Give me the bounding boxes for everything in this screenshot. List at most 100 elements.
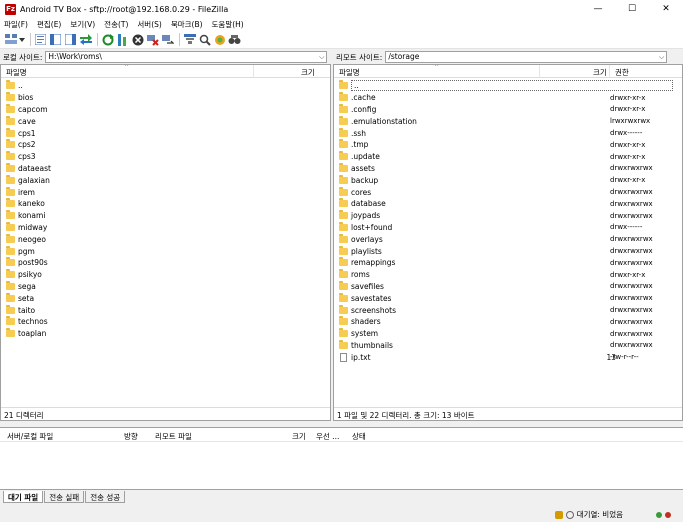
column-divider[interactable]	[539, 65, 540, 78]
table-row[interactable]: taito	[1, 304, 330, 316]
table-row[interactable]: psikyo	[1, 269, 330, 281]
file-name: savefiles	[351, 281, 384, 291]
table-row[interactable]: overlays drwxrwxrwx	[334, 233, 682, 245]
local-header-size[interactable]: 크기	[301, 67, 315, 78]
table-row[interactable]: irem	[1, 186, 330, 198]
local-tree-icon[interactable]	[49, 33, 62, 46]
table-row[interactable]: .tmp drwxr-xr-x	[334, 139, 682, 151]
table-row[interactable]: remappings drwxrwxrwx	[334, 257, 682, 269]
remote-header-perm[interactable]: 권한	[615, 67, 629, 78]
table-row[interactable]: pgm	[1, 245, 330, 257]
process-queue-icon[interactable]	[116, 33, 129, 46]
table-row[interactable]: screenshots drwxrwxrwx	[334, 304, 682, 316]
table-row[interactable]: cps2	[1, 139, 330, 151]
site-manager-icon[interactable]	[4, 33, 17, 46]
menu-transfer[interactable]: 전송(T)	[104, 19, 128, 30]
remote-header-name[interactable]: 파일명	[339, 67, 360, 78]
refresh-icon[interactable]	[101, 33, 114, 46]
transfer-queue-icon[interactable]	[79, 33, 92, 46]
chevron-down-icon[interactable]: ⌵	[659, 52, 664, 62]
table-row[interactable]: assets drwxrwxrwx	[334, 162, 682, 175]
table-row[interactable]: .emulationstation lrwxrwxrwx	[334, 115, 682, 127]
menu-file[interactable]: 파일(F)	[4, 19, 28, 30]
queue-header-status[interactable]: 상태	[352, 431, 366, 442]
close-button[interactable]: ✕	[649, 0, 683, 18]
table-row[interactable]: cave	[1, 115, 330, 127]
table-row[interactable]: .update drwxr-xr-x	[334, 151, 682, 163]
table-row[interactable]: cps1	[1, 127, 330, 139]
table-row[interactable]: dataeast	[1, 162, 330, 175]
menu-help[interactable]: 도움말(H)	[212, 19, 244, 30]
remote-header-size[interactable]: 크기	[593, 67, 607, 78]
table-row[interactable]: kaneko	[1, 198, 330, 210]
toolbar-divider	[179, 33, 180, 46]
remote-tree-icon[interactable]	[64, 33, 77, 46]
table-row[interactable]: toaplan	[1, 328, 330, 340]
table-row[interactable]: joypads drwxrwxrwx	[334, 210, 682, 222]
queue-header-remote[interactable]: 리모트 파일	[155, 431, 192, 442]
menu-bookmarks[interactable]: 북마크(B)	[171, 19, 203, 30]
table-row[interactable]: savefiles drwxrwxrwx	[334, 280, 682, 293]
maximize-button[interactable]: ☐	[615, 0, 649, 18]
column-divider[interactable]	[609, 65, 610, 78]
queue-header-server-local[interactable]: 서버/로컬 파일	[7, 431, 53, 442]
local-header-name[interactable]: 파일명	[6, 67, 27, 78]
table-row[interactable]: thumbnails drwxrwxrwx	[334, 339, 682, 352]
table-row[interactable]: post90s	[1, 257, 330, 269]
tab-failed-transfers[interactable]: 전송 실패	[44, 491, 85, 503]
sync-browse-icon[interactable]	[213, 33, 226, 46]
table-row[interactable]: galaxian	[1, 174, 330, 186]
table-row[interactable]: .config drwxr-xr-x	[334, 103, 682, 116]
disconnect-icon[interactable]	[146, 33, 159, 46]
filter-icon[interactable]	[183, 33, 196, 46]
file-name: post90s	[18, 258, 48, 268]
menu-edit[interactable]: 편집(E)	[37, 19, 61, 30]
table-row[interactable]: .ssh drwx------	[334, 127, 682, 139]
column-divider[interactable]	[253, 65, 254, 78]
table-row[interactable]: bios	[1, 92, 330, 104]
tab-successful-transfers[interactable]: 전송 성공	[85, 491, 126, 503]
table-row[interactable]: konami	[1, 210, 330, 222]
cancel-icon[interactable]	[131, 33, 144, 46]
queue-header-size[interactable]: 크기	[292, 431, 306, 442]
minimize-button[interactable]: —	[581, 0, 615, 18]
file-permissions: drwxr-xr-x	[610, 93, 646, 102]
search-icon[interactable]	[228, 33, 241, 46]
compare-icon[interactable]	[198, 33, 211, 46]
menu-view[interactable]: 보기(V)	[70, 19, 95, 30]
local-path-input[interactable]: H:\Work\roms\ ⌵	[45, 51, 328, 63]
table-row[interactable]: ip.txt 13 -rw-r--r--	[334, 351, 682, 363]
table-row[interactable]: seta	[1, 292, 330, 304]
dropdown-icon[interactable]	[19, 33, 25, 46]
table-row[interactable]: ..	[1, 80, 330, 92]
remote-path-input[interactable]: /storage ⌵	[385, 51, 668, 63]
table-row[interactable]: savestates drwxrwxrwx	[334, 292, 682, 304]
table-row[interactable]: midway	[1, 221, 330, 234]
message-log-icon[interactable]	[34, 33, 47, 46]
table-row[interactable]: ..	[334, 80, 682, 92]
table-row[interactable]: .cache drwxr-xr-x	[334, 92, 682, 104]
table-row[interactable]: lost+found drwx------	[334, 221, 682, 234]
table-row[interactable]: backup drwxr-xr-x	[334, 174, 682, 186]
table-row[interactable]: cps3	[1, 151, 330, 163]
reconnect-icon[interactable]	[161, 33, 174, 46]
table-row[interactable]: capcom	[1, 103, 330, 116]
table-row[interactable]: shaders drwxrwxrwx	[334, 316, 682, 328]
table-row[interactable]: technos	[1, 316, 330, 328]
file-name: .tmp	[351, 140, 369, 150]
chevron-down-icon[interactable]: ⌵	[319, 52, 324, 62]
table-row[interactable]: database drwxrwxrwx	[334, 198, 682, 210]
toolbar	[0, 31, 683, 49]
table-row[interactable]: sega	[1, 280, 330, 293]
table-row[interactable]: playlists drwxrwxrwx	[334, 245, 682, 257]
table-row[interactable]: cores drwxrwxrwx	[334, 186, 682, 198]
table-row[interactable]: roms drwxr-xr-x	[334, 269, 682, 281]
file-name: remappings	[351, 258, 396, 268]
menu-server[interactable]: 서버(S)	[137, 19, 161, 30]
tab-queued-files[interactable]: 대기 파일	[3, 491, 44, 503]
table-row[interactable]: system drwxrwxrwx	[334, 328, 682, 340]
queue-header-priority[interactable]: 우선 ...	[316, 431, 339, 442]
queue-header-direction[interactable]: 방향	[124, 431, 138, 442]
status-bar: 대기열: 비었음	[0, 507, 683, 522]
table-row[interactable]: neogeo	[1, 233, 330, 245]
